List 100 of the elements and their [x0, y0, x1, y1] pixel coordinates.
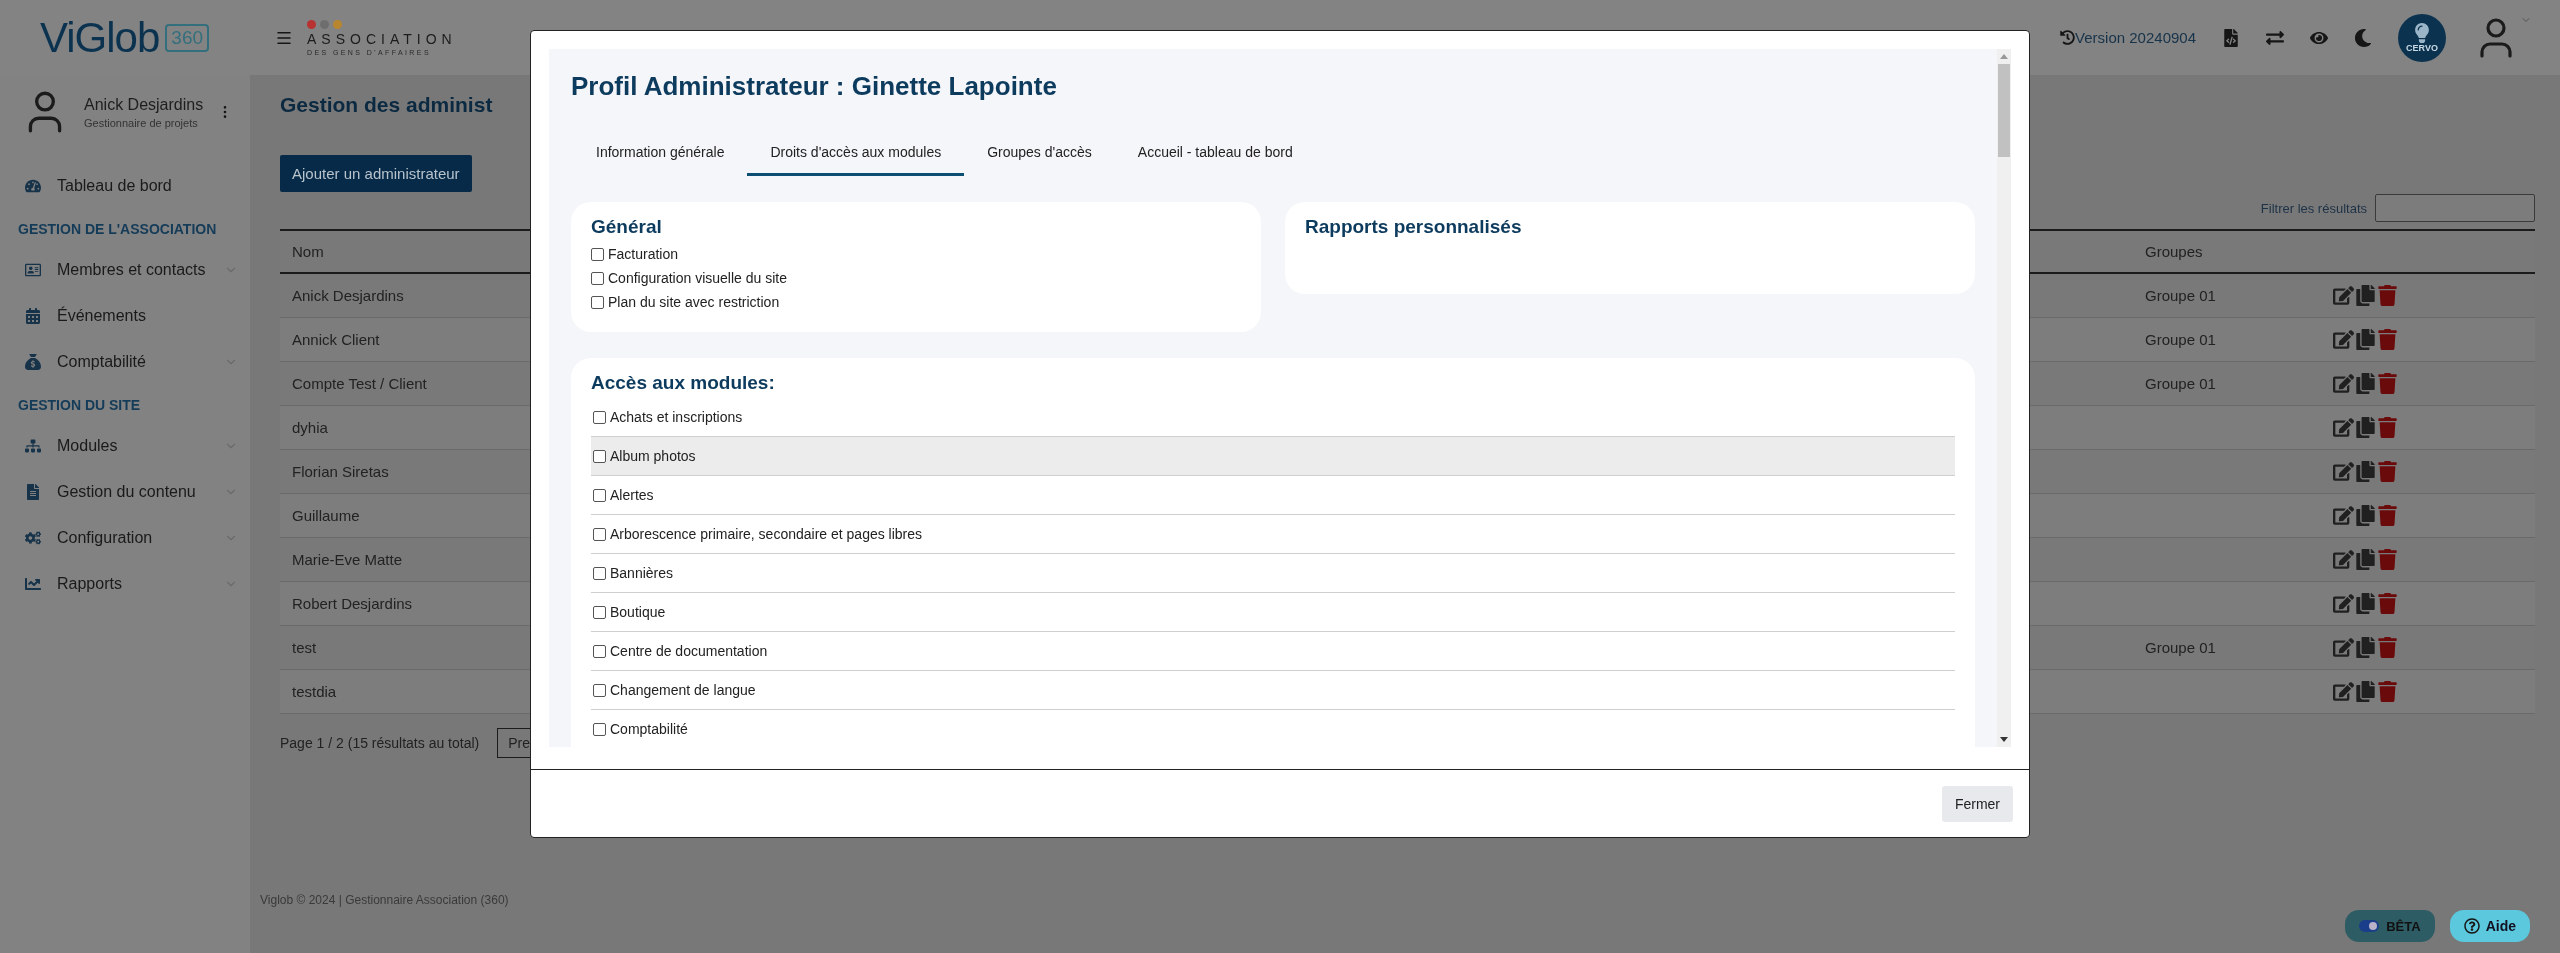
copy-icon[interactable] [2355, 329, 2376, 350]
copy-icon[interactable] [2355, 461, 2376, 482]
table-cell-text: Guillaume [291, 507, 361, 524]
page-title: Gestion des administ [280, 92, 493, 118]
tab[interactable]: Information générale [573, 132, 748, 176]
checkbox[interactable] [593, 644, 606, 658]
table-cell-text: Florian Siretas [291, 463, 390, 480]
table-cell-text: Marie-Eve Matte [291, 551, 404, 568]
checkbox[interactable] [593, 605, 606, 619]
sidebar-section-title: GESTION DE L'ASSOCIATION [17, 220, 218, 239]
trash-icon[interactable] [2377, 417, 2398, 438]
user-name: Anick Desjardins [84, 95, 204, 114]
trash-icon[interactable] [2377, 505, 2398, 526]
modal-title: Profil Administrateur : Ginette Lapointe [571, 71, 1058, 102]
assistant-badge[interactable]: CERVO [2398, 13, 2446, 62]
checkbox-label: Boutique [610, 604, 666, 620]
table-cell: Groupe 01 [2145, 331, 2216, 348]
filter-label: Filtrer les résultats [2260, 200, 2367, 216]
edit-icon[interactable] [2333, 681, 2354, 702]
tab[interactable]: Droits d'accès aux modules [747, 132, 965, 176]
module-row[interactable]: Album photos [591, 437, 1955, 476]
edit-icon[interactable] [2333, 505, 2354, 526]
scrollbar[interactable] [1997, 49, 2011, 747]
copy-icon[interactable] [2355, 681, 2376, 702]
copy-icon[interactable] [2355, 373, 2376, 394]
column-header[interactable]: Groupes [2133, 243, 2323, 260]
sidebar-item[interactable]: Événements [0, 293, 250, 339]
trash-icon[interactable] [2377, 373, 2398, 394]
edit-icon[interactable] [2333, 417, 2354, 438]
edit-icon[interactable] [2333, 329, 2354, 350]
edit-icon[interactable] [2333, 285, 2354, 306]
table-cell-text: test [291, 639, 318, 656]
copy-icon[interactable] [2355, 637, 2376, 658]
edit-icon[interactable] [2333, 461, 2354, 482]
sidebar-item-icon [25, 262, 43, 278]
sidebar-item[interactable]: Modules [0, 423, 250, 469]
checkbox[interactable] [591, 271, 604, 285]
sidebar-item[interactable]: Membres et contacts [0, 247, 250, 293]
edit-icon[interactable] [2333, 549, 2354, 570]
app-logo: ViGlob 360 [40, 13, 275, 62]
tab[interactable]: Groupes d'accès [964, 132, 1115, 176]
checkbox[interactable] [593, 566, 606, 580]
checkbox[interactable] [593, 683, 606, 697]
checkbox-label: Configuration visuelle du site [608, 270, 787, 286]
checkbox-label: Bannières [610, 565, 674, 581]
copy-icon[interactable] [2355, 593, 2376, 614]
checkbox[interactable] [593, 410, 606, 424]
checkbox-label: Changement de langue [610, 682, 756, 698]
edit-icon[interactable] [2333, 373, 2354, 394]
card-title: Rapports personnalisés [1305, 216, 1523, 238]
column-header[interactable]: Nom [280, 243, 520, 260]
copy-icon[interactable] [2355, 505, 2376, 526]
tab[interactable]: Accueil - tableau de bord [1114, 132, 1316, 176]
checkbox-label: Arborescence primaire, secondaire et pages libres [610, 526, 923, 542]
sidebar-item[interactable]: Rapports [0, 561, 250, 607]
copy-icon[interactable] [2355, 549, 2376, 570]
edit-icon[interactable] [2333, 637, 2354, 658]
history-icon [2060, 30, 2076, 45]
checkbox[interactable] [593, 527, 606, 541]
trash-icon[interactable] [2377, 461, 2398, 482]
moon-icon[interactable] [2354, 28, 2372, 47]
checkbox[interactable] [593, 449, 606, 463]
trash-icon[interactable] [2377, 329, 2398, 350]
edit-icon[interactable] [2333, 593, 2354, 614]
checkbox[interactable] [593, 488, 606, 502]
checkbox-label: Facturation [608, 246, 679, 262]
sidebar-item-icon [25, 438, 43, 454]
pagination-summary: Page 1 / 2 (15 résultats au total) [280, 735, 480, 751]
checkbox-label: Centre de documentation [610, 643, 768, 659]
footer-text: Viglob © 2024 | Gestionnaire Association (360) [260, 893, 509, 907]
user-role: Gestionnaire de projets [84, 116, 199, 129]
table-cell-text: dyhia [291, 419, 329, 436]
help-icon [2463, 918, 2480, 934]
trash-icon[interactable] [2377, 285, 2398, 306]
checkbox-label: Alertes [610, 487, 654, 503]
close-button[interactable]: Fermer [1941, 785, 2013, 822]
copy-icon[interactable] [2355, 417, 2376, 438]
trash-icon[interactable] [2377, 549, 2398, 570]
swap-icon[interactable] [2266, 28, 2284, 47]
code-file-icon[interactable] [2222, 28, 2240, 47]
trash-icon[interactable] [2377, 681, 2398, 702]
sidebar-item[interactable]: Configuration [0, 515, 250, 561]
sidebar-item[interactable]: Gestion du contenu [0, 469, 250, 515]
table-cell: Groupe 01 [2145, 639, 2216, 656]
checkbox[interactable] [591, 295, 604, 309]
trash-icon[interactable] [2377, 593, 2398, 614]
checkbox[interactable] [593, 722, 606, 736]
help-button[interactable]: Aide [2449, 910, 2530, 942]
sidebar-item-icon [25, 354, 43, 370]
sidebar-item[interactable]: Tableau de bord [0, 163, 250, 209]
trash-icon[interactable] [2377, 637, 2398, 658]
add-admin-button[interactable]: Ajouter un administrateur [280, 155, 472, 192]
sidebar-item-icon [25, 576, 43, 592]
sidebar-item-icon [25, 308, 43, 324]
checkbox[interactable] [591, 247, 604, 261]
checkbox-label: Album photos [610, 448, 696, 464]
copy-icon[interactable] [2355, 285, 2376, 306]
sidebar-item[interactable]: Comptabilité [0, 339, 250, 385]
sidebar-item-icon [25, 178, 43, 194]
filter-field[interactable] [2375, 194, 2535, 222]
